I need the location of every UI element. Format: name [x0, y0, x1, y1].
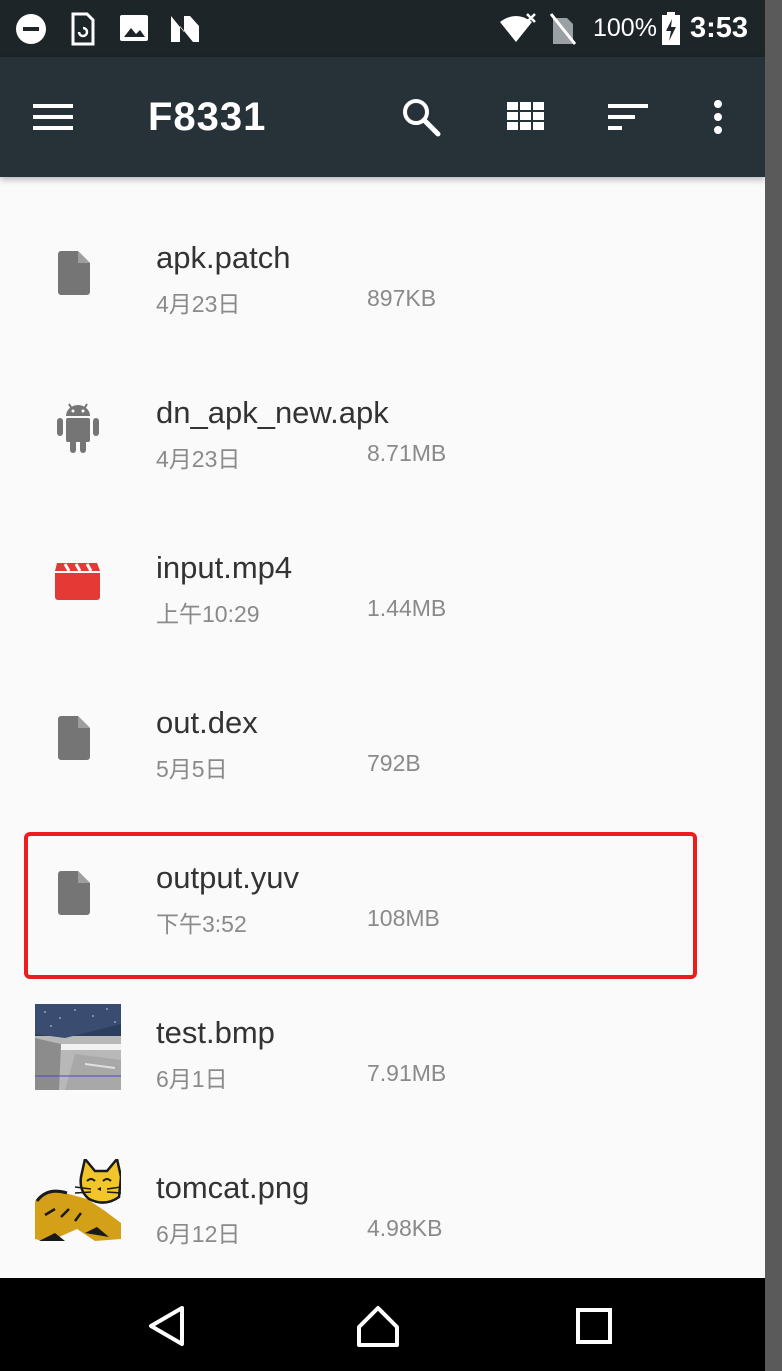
battery-percentage: 100% — [593, 14, 657, 42]
file-date: 6月1日 — [156, 1066, 228, 1092]
recents-icon[interactable] — [570, 1302, 618, 1350]
do-not-disturb-icon — [14, 12, 48, 51]
page-title: F8331 — [148, 95, 267, 139]
file-row-tomcat-png[interactable]: tomcat.png 6月12日 4.98KB — [0, 1107, 765, 1262]
file-row-apk-patch[interactable]: apk.patch 4月23日 897KB — [0, 177, 765, 332]
navigation-bar — [0, 1278, 765, 1371]
wifi-icon — [499, 12, 537, 51]
file-row-out-dex[interactable]: out.dex 5月5日 792B — [0, 642, 765, 797]
file-name: test.bmp — [156, 1015, 275, 1050]
file-name: apk.patch — [156, 240, 291, 275]
search-icon[interactable] — [399, 95, 443, 139]
file-date: 4月23日 — [156, 446, 241, 472]
video-clapper-icon — [55, 563, 100, 611]
file-size: 4.98KB — [367, 1215, 443, 1241]
file-size: 8.71MB — [367, 440, 447, 466]
n-app-icon — [168, 12, 202, 51]
file-row-input-mp4[interactable]: input.mp4 上午10:29 1.44MB — [0, 487, 765, 642]
hamburger-menu-icon[interactable] — [31, 95, 75, 139]
grid-view-icon[interactable] — [504, 95, 548, 139]
file-size: 897KB — [367, 285, 437, 311]
screen-edge — [765, 0, 782, 1371]
battery-charging-icon — [661, 12, 681, 51]
clock: 3:53 — [690, 12, 749, 44]
home-icon[interactable] — [354, 1302, 402, 1350]
file-date: 上午10:29 — [156, 601, 260, 627]
highlight-annotation-box — [24, 832, 697, 979]
file-date: 5月5日 — [156, 756, 228, 782]
toolbar: F8331 — [0, 57, 765, 177]
image-thumbnail — [35, 1004, 121, 1090]
sort-icon[interactable] — [606, 95, 650, 139]
file-date: 6月12日 — [156, 1221, 241, 1247]
file-name: input.mp4 — [156, 550, 293, 585]
file-date: 4月23日 — [156, 291, 241, 317]
device-screen: 100% 3:53 F8331 apk.patch 4月23日 897KB dn… — [0, 0, 765, 1371]
android-icon — [56, 402, 100, 453]
no-sim-icon — [549, 12, 577, 51]
back-icon[interactable] — [142, 1302, 190, 1350]
file-row-dn-apk-new[interactable]: dn_apk_new.apk 4月23日 8.71MB — [0, 332, 765, 487]
file-name: out.dex — [156, 705, 258, 740]
file-name: tomcat.png — [156, 1170, 310, 1205]
image-icon — [119, 12, 149, 49]
file-size: 7.91MB — [367, 1060, 447, 1086]
more-vert-icon[interactable] — [696, 95, 740, 139]
file-name: dn_apk_new.apk — [156, 395, 389, 430]
file-list: apk.patch 4月23日 897KB dn_apk_new.apk 4月2… — [0, 177, 765, 1278]
file-size: 792B — [367, 750, 421, 776]
file-size: 1.44MB — [367, 595, 447, 621]
tomcat-thumbnail — [35, 1156, 123, 1245]
sim-refresh-icon — [70, 12, 96, 51]
document-icon — [56, 716, 100, 764]
status-bar: 100% 3:53 — [0, 0, 765, 57]
document-icon — [56, 251, 100, 299]
